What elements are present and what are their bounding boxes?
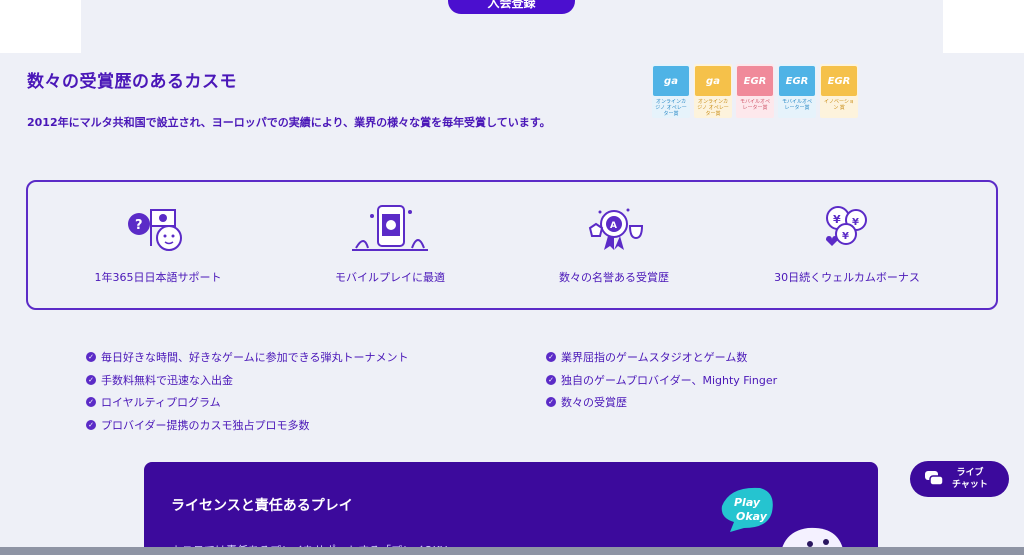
mobile-play-icon — [352, 205, 428, 251]
features-panel: ? 1年365日日本語サポート モバイルプレイに最適 A 数々の名誉ある受賞歴 … — [26, 180, 998, 310]
award-badge: ga オンラインカジノ オペレーター賞 — [652, 64, 690, 118]
japanese-support-icon: ? — [128, 209, 182, 251]
feature-mobile-play: モバイルプレイに最適 — [290, 204, 490, 285]
awards-description: 2012年にマルタ共和国で設立され、ヨーロッパでの実績により、業界の様々な賞を毎… — [27, 116, 551, 129]
list-item: ✓ 数々の受賞歴 — [546, 391, 777, 414]
feature-label: モバイルプレイに最適 — [335, 271, 445, 284]
award-caption: オンラインカジノ オペレーター賞 — [697, 99, 729, 117]
live-chat-button[interactable]: ライブ チャット — [910, 461, 1009, 497]
check-icon: ✓ — [86, 374, 96, 385]
award-caption: モバイルオペ レーター賞 — [781, 99, 812, 111]
check-icon: ✓ — [86, 397, 96, 408]
license-title: ライセンスと責任あるプレイ — [171, 498, 353, 514]
award-badge: EGR モバイルオペ レーター賞 — [778, 64, 816, 118]
feature-japanese-support: ? 1年365日日本語サポート — [58, 204, 258, 285]
svg-text:Okay: Okay — [736, 510, 768, 523]
register-button[interactable]: 入会登録 — [448, 0, 575, 14]
list-item: ✓ 業界屈指のゲームスタジオとゲーム数 — [546, 346, 777, 369]
award-caption: モバイルオペ レーター賞 — [739, 99, 770, 111]
list-item-text: 毎日好きな時間、好きなゲームに参加できる弾丸トーナメント — [101, 351, 409, 365]
svg-text:?: ? — [135, 218, 143, 233]
list-item-text: プロバイダー提携のカスモ独占プロモ多数 — [101, 418, 310, 432]
live-chat-label: ライブ チャット — [952, 467, 988, 491]
egr-award-icon: EGR — [737, 66, 773, 96]
list-item-text: 手数料無料で迅速な入出金 — [101, 373, 233, 387]
right-margin — [943, 0, 1024, 53]
feature-welcome-bonus: ¥ ¥ ¥ 30日続くウェルカムボーナス — [747, 204, 947, 285]
list-item: ✓ 独自のゲームプロバイダー、Mighty Finger — [546, 369, 777, 392]
svg-text:¥: ¥ — [842, 231, 849, 242]
list-item-text: ロイヤルティプログラム — [101, 396, 221, 410]
list-item-text: 独自のゲームプロバイダー、Mighty Finger — [561, 373, 778, 387]
award-badge: EGR モバイルオペ レーター賞 — [736, 64, 774, 118]
svg-text:¥: ¥ — [852, 217, 859, 228]
live-chat-line2: チャット — [952, 480, 988, 490]
left-margin — [0, 0, 81, 53]
welcome-bonus-icon: ¥ ¥ ¥ — [826, 206, 867, 246]
awards-title: 数々の受賞歴のあるカスモ — [27, 72, 237, 92]
ga-award-icon: ga — [695, 66, 731, 96]
award-badges: ga オンラインカジノ オペレーター賞 ga オンラインカジノ オペレーター賞 … — [652, 64, 858, 118]
list-item: ✓ ロイヤルティプログラム — [86, 391, 408, 414]
feature-label: 1年365日日本語サポート — [94, 271, 222, 284]
check-icon: ✓ — [546, 397, 556, 408]
list-item: ✓ 毎日好きな時間、好きなゲームに参加できる弾丸トーナメント — [86, 346, 408, 369]
play-okay-mascot-icon: Play Okay — [721, 487, 845, 555]
egr-award-icon: EGR — [779, 66, 815, 96]
list-item-text: 数々の受賞歴 — [561, 396, 627, 410]
award-caption: イノベーション 賞 — [824, 99, 854, 111]
benefits-list-left: ✓ 毎日好きな時間、好きなゲームに参加できる弾丸トーナメント ✓ 手数料無料で迅速な… — [86, 346, 408, 436]
bottom-bar — [0, 547, 1024, 555]
check-icon: ✓ — [86, 419, 96, 430]
license-panel: ライセンスと責任あるプレイ カスモでは責任あるプレイをサポートする「プレイOKU… — [144, 462, 878, 555]
award-caption: オンラインカジノ オペレーター賞 — [655, 99, 687, 117]
svg-text:¥: ¥ — [833, 213, 841, 226]
check-icon: ✓ — [546, 352, 556, 363]
list-item-text: 業界屈指のゲームスタジオとゲーム数 — [561, 351, 748, 365]
feature-label: 数々の名誉ある受賞歴 — [559, 271, 669, 284]
list-item: ✓ プロバイダー提携のカスモ独占プロモ多数 — [86, 414, 408, 437]
trophy-icon: A — [588, 208, 644, 250]
egr-award-icon: EGR — [821, 66, 857, 96]
svg-text:Play: Play — [734, 496, 761, 509]
ga-award-icon: ga — [653, 66, 689, 96]
award-badge: EGR イノベーション 賞 — [820, 64, 858, 118]
top-strip: 入会登録 — [0, 0, 1024, 53]
live-chat-line1: ライブ — [956, 468, 984, 478]
svg-text:A: A — [610, 221, 617, 231]
check-icon: ✓ — [546, 374, 556, 385]
benefits-list-right: ✓ 業界屈指のゲームスタジオとゲーム数 ✓ 独自のゲームプロバイダー、Mighty … — [546, 346, 777, 414]
list-item: ✓ 手数料無料で迅速な入出金 — [86, 369, 408, 392]
feature-label: 30日続くウェルカムボーナス — [774, 271, 920, 284]
feature-awards: A 数々の名誉ある受賞歴 — [514, 204, 714, 285]
award-badge: ga オンラインカジノ オペレーター賞 — [694, 64, 732, 118]
chat-bubble-icon — [925, 471, 944, 486]
check-icon: ✓ — [86, 352, 96, 363]
